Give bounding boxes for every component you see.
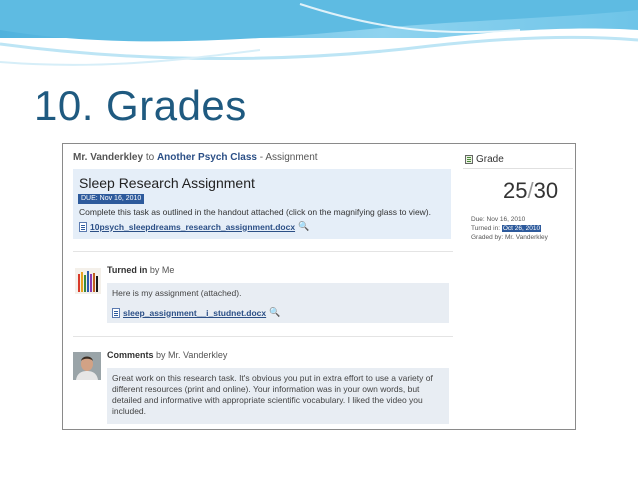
breadcrumb-to: to xyxy=(145,152,155,163)
assignment-card: Sleep Research Assignment DUE: Nov 16, 2… xyxy=(73,169,451,239)
gradebook-icon xyxy=(465,155,473,164)
comments-heading: Comments by Mr. Vanderkley xyxy=(107,350,227,360)
section-divider xyxy=(73,251,453,252)
grade-score: 25/30 xyxy=(503,178,558,204)
turned-in-by: by Me xyxy=(149,265,175,275)
due-date-badge: DUE: Nov 16, 2010 xyxy=(78,194,145,204)
turned-in-heading: Turned in by Me xyxy=(107,265,174,275)
header-wave-decoration xyxy=(0,0,638,66)
assignment-title: Sleep Research Assignment xyxy=(79,175,255,191)
comment-bubble: Great work on this research task. It's o… xyxy=(107,368,449,424)
comment-line: different resources (print and online). … xyxy=(112,384,420,394)
document-icon xyxy=(79,221,87,232)
grade-turned-in: Turned in: Oct 26, 2010 xyxy=(471,225,542,232)
teacher-name[interactable]: Mr. Vanderkley xyxy=(73,152,143,163)
submission-text: Here is my assignment (attached). xyxy=(112,288,242,298)
comment-line: Great work on this research task. It's o… xyxy=(112,373,433,383)
submission-file-link[interactable]: sleep_assignment__i_studnet.docx xyxy=(123,308,266,318)
attachment-link[interactable]: 10psych_sleepdreams_research_assignment.… xyxy=(90,222,295,232)
grade-divider xyxy=(463,168,573,169)
breadcrumb-suffix: - Assignment xyxy=(259,152,318,163)
assignment-attachment[interactable]: 10psych_sleepdreams_research_assignment.… xyxy=(79,221,309,232)
grade-due-date: Due: Nov 16, 2010 xyxy=(471,216,526,223)
slide-title: 10. Grades xyxy=(34,82,247,129)
comment-text: Great work on this research task. It's o… xyxy=(112,373,433,417)
graded-by: Graded by: Mr. Vanderkley xyxy=(471,234,548,241)
comment-line: included. xyxy=(112,406,147,416)
comments-label: Comments xyxy=(107,350,154,360)
assignment-screenshot-frame: Mr. Vanderkley to Another Psych Class - … xyxy=(62,143,576,430)
magnifier-icon[interactable]: 🔍 xyxy=(298,221,309,232)
comment-line: detailed and informative with appropriat… xyxy=(112,395,423,405)
comments-by: by Mr. Vanderkley xyxy=(156,350,228,360)
grade-heading: Grade xyxy=(476,154,504,165)
section-divider xyxy=(73,336,453,337)
turned-in-date: Oct 26, 2010 xyxy=(501,225,542,232)
magnifier-icon[interactable]: 🔍 xyxy=(269,307,280,318)
score-value: 25 xyxy=(503,178,528,203)
student-avatar xyxy=(75,268,101,294)
teacher-avatar xyxy=(73,352,101,380)
submission-attachment[interactable]: sleep_assignment__i_studnet.docx 🔍 xyxy=(112,307,280,318)
turned-in-prefix: Turned in: xyxy=(471,225,501,232)
grade-header: Grade xyxy=(465,154,504,165)
submission-bubble: Here is my assignment (attached). sleep_… xyxy=(107,283,449,323)
breadcrumb: Mr. Vanderkley to Another Psych Class - … xyxy=(73,152,318,163)
turned-in-label: Turned in xyxy=(107,265,148,275)
class-link[interactable]: Another Psych Class xyxy=(157,152,257,163)
document-icon xyxy=(112,307,120,318)
assignment-description: Complete this task as outlined in the ha… xyxy=(79,207,431,217)
score-max: 30 xyxy=(533,178,559,203)
